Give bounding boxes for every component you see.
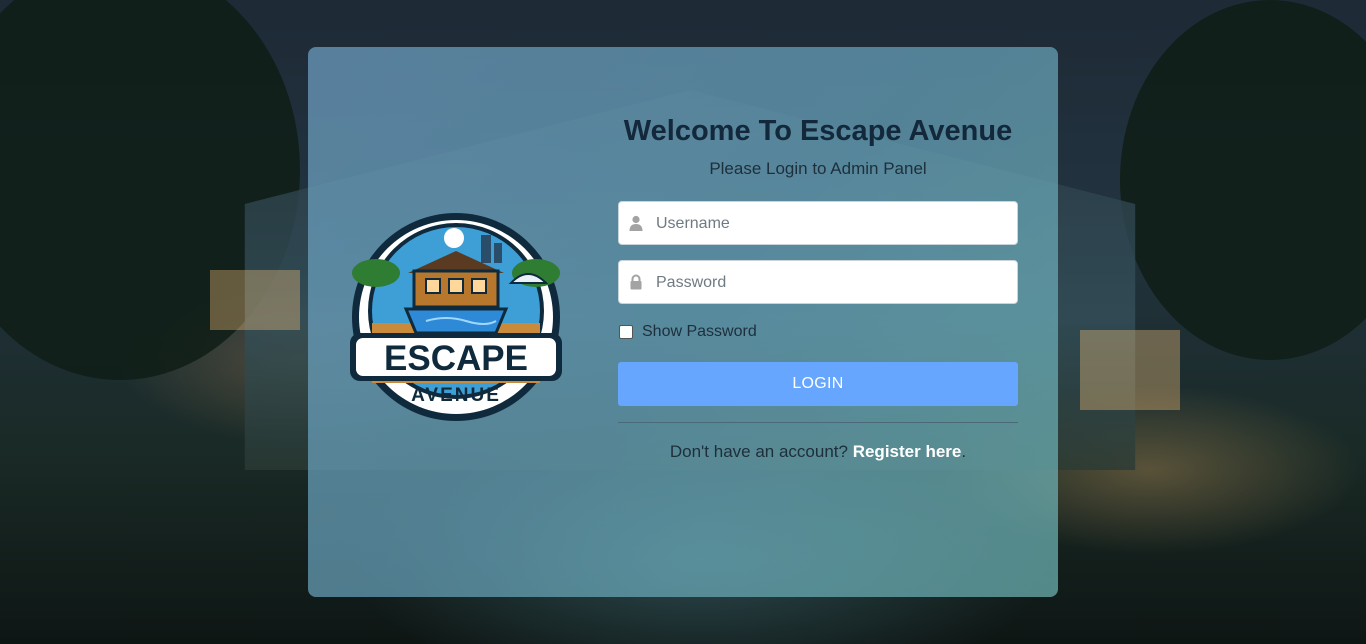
register-prompt-text: Don't have an account? (669, 442, 853, 461)
show-password-checkbox[interactable] (619, 325, 633, 339)
register-link[interactable]: Register here (853, 442, 962, 461)
register-prompt: Don't have an account? Register here. (618, 442, 1018, 462)
logo-text-main: ESCAPE (384, 339, 528, 378)
show-password-label[interactable]: Show Password (642, 323, 757, 341)
login-button[interactable]: LOGIN (618, 362, 1018, 406)
divider (618, 422, 1018, 423)
page-subtitle: Please Login to Admin Panel (709, 159, 927, 178)
background-window (210, 270, 300, 330)
lock-icon (630, 274, 642, 290)
username-field[interactable] (618, 201, 1018, 246)
password-input[interactable] (654, 261, 1009, 305)
login-form: Welcome To Escape Avenue Please Login to… (618, 113, 1018, 462)
username-input[interactable] (654, 202, 1009, 246)
login-card: ESCAPE AVENUE Welcome To Escape Avenue P… (308, 47, 1058, 597)
show-password-row: Show Password (618, 322, 1018, 342)
logo-text-sub: AVENUE (411, 385, 501, 406)
background-tree (1120, 0, 1366, 360)
password-field[interactable] (618, 260, 1018, 305)
register-suffix: . (961, 442, 967, 461)
user-icon (629, 215, 643, 231)
background-window (1080, 330, 1180, 410)
escape-avenue-logo: ESCAPE AVENUE (350, 213, 562, 421)
page-title: Welcome To Escape Avenue (623, 115, 1013, 147)
